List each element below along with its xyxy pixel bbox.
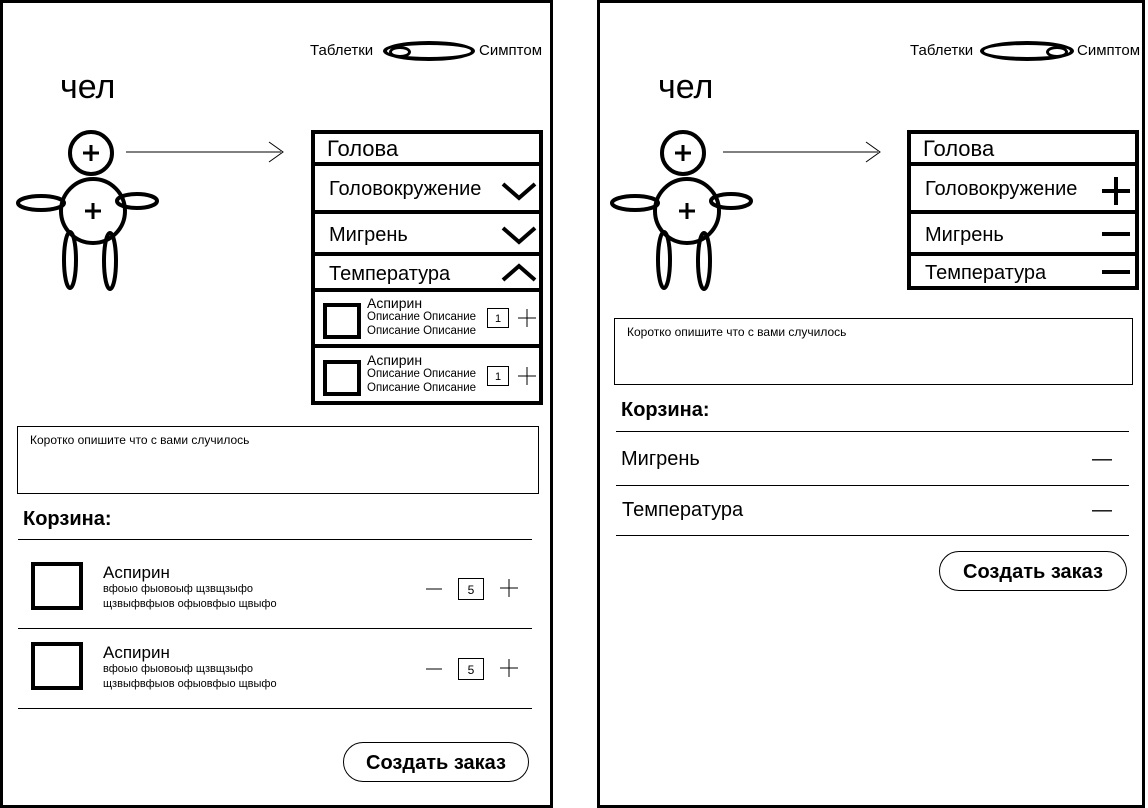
symptom-label: Головокружение [925,178,1078,200]
cart-item-image [31,562,83,610]
create-order-button[interactable]: Создать заказ [939,551,1127,591]
minus-icon[interactable] [425,659,443,679]
plus-icon[interactable] [1101,176,1131,206]
cart-title: Корзина: [23,508,112,530]
plus-icon[interactable] [517,366,537,386]
left-leg-zone[interactable] [656,230,672,290]
medicine-item[interactable]: Аспирин Описание Описание Описание Описа… [315,348,539,405]
minus-icon[interactable] [425,579,443,599]
toggle-right-label: Симптом [479,42,543,59]
symptoms-panel: Голова Головокружение Мигрень Температур… [311,130,543,405]
left-arm-zone[interactable] [16,194,66,212]
medicine-image [323,303,361,339]
panel-header: Голова [911,134,1135,166]
chevron-down-icon[interactable] [501,180,537,202]
screen-symptoms: Таблетки Симптом чел Голова Головокружен… [597,0,1145,808]
plus-icon[interactable] [517,308,537,328]
minus-icon[interactable] [1101,262,1131,282]
divider [616,535,1129,536]
medicine-quantity[interactable]: 1 [487,366,509,386]
screen-pills: Таблетки Симптом чел Голова Головокружен… [0,0,553,808]
symptom-label: Мигрень [329,224,408,246]
description-input[interactable]: Коротко опишите что с вами случилось [614,318,1133,385]
medicine-description: Описание Описание Описание Описание [367,311,477,337]
cart-item-quantity[interactable]: 5 [458,578,484,600]
divider [18,539,532,540]
description-input[interactable]: Коротко опишите что с вами случилось [17,426,539,494]
symptom-label: Мигрень [925,224,1004,246]
symptom-row[interactable]: Мигрень [315,214,539,256]
panel-title: Голова [327,136,399,161]
figure-label: чел [60,68,116,106]
toggle-left-label: Таблетки [910,42,974,59]
medicine-item[interactable]: Аспирин Описание Описание Описание Описа… [315,292,539,348]
divider [616,485,1129,486]
mode-toggle[interactable] [980,41,1074,61]
cart-title: Корзина: [621,399,710,421]
plus-icon[interactable] [499,578,519,598]
symptom-row[interactable]: Температура [315,256,539,292]
divider [616,431,1129,432]
medicine-quantity[interactable]: 1 [487,308,509,328]
symptom-row[interactable]: Головокружение [315,166,539,214]
minus-icon[interactable] [1101,224,1131,244]
divider [18,708,532,709]
medicine-description: Описание Описание Описание Описание [367,368,477,394]
symptom-label: Температура [329,263,451,285]
toggle-right-label: Симптом [1077,42,1141,59]
plus-icon[interactable] [499,658,519,678]
medicine-image [323,360,361,396]
right-leg-zone[interactable] [696,231,712,291]
remove-button[interactable]: — [1092,499,1112,522]
cart-item-name: Аспирин [103,563,170,582]
panel-title: Голова [923,136,995,161]
left-arm-zone[interactable] [610,194,660,212]
medicine-name: Аспирин [367,295,423,311]
toggle-knob[interactable] [389,46,411,58]
create-order-button[interactable]: Создать заказ [343,742,529,782]
symptoms-panel: Голова Головокружение Мигрень Температур… [907,130,1139,290]
left-leg-zone[interactable] [62,230,78,290]
divider [18,628,532,629]
symptom-row[interactable]: Температура [911,256,1135,290]
right-leg-zone[interactable] [102,231,118,291]
cart-item-quantity[interactable]: 5 [458,658,484,680]
figure-label: чел [658,68,714,106]
symptom-label: Температура [925,262,1047,284]
medicine-name: Аспирин [367,352,423,368]
toggle-knob[interactable] [1046,46,1068,58]
cart-item-name: Температура [622,499,744,521]
cart-item-name: Мигрень [621,448,700,470]
remove-button[interactable]: — [1092,448,1112,471]
cart-item-name: Аспирин [103,643,170,662]
body-figure[interactable] [13,128,303,298]
mode-toggle[interactable] [383,41,475,61]
chevron-down-icon[interactable] [501,224,537,246]
symptom-row[interactable]: Головокружение [911,166,1135,214]
symptom-label: Головокружение [329,178,482,200]
cart-item-image [31,642,83,690]
symptom-row[interactable]: Мигрень [911,214,1135,256]
toggle-left-label: Таблетки [310,42,374,59]
cart-item-description: вфоыо фыовоыф щзвщзыфо щзвыфвфыов офыовф… [103,663,277,690]
body-figure[interactable] [610,128,900,298]
chevron-up-icon[interactable] [501,262,537,284]
panel-header: Голова [315,134,539,166]
cart-item-description: вфоыо фыовоыф щзвщзыфо щзвыфвфыов офыовф… [103,583,277,610]
